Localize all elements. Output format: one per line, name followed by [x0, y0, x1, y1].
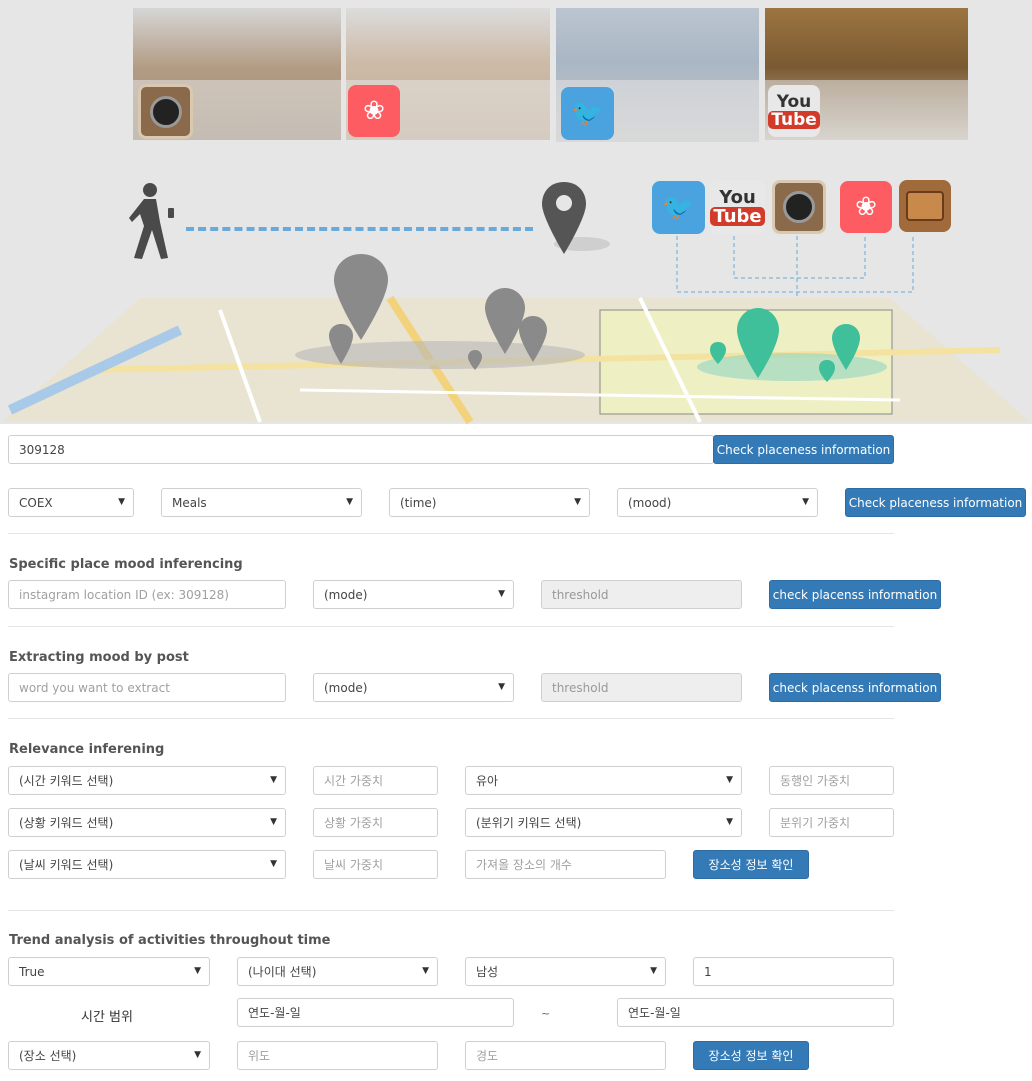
- date-to-input[interactable]: 연도-월-일: [617, 998, 894, 1027]
- section-title-extracting-mood: Extracting mood by post: [9, 650, 189, 665]
- divider: [8, 910, 894, 911]
- location-id-input[interactable]: 309128: [8, 435, 714, 464]
- situation-keyword-select[interactable]: (상황 키워드 선택): [8, 808, 286, 837]
- extract-word-input[interactable]: word you want to extract: [8, 673, 286, 702]
- check-placeness-info-button-trend[interactable]: 장소성 정보 확인: [693, 1041, 809, 1070]
- situation-weight-input[interactable]: 상황 가중치: [313, 808, 438, 837]
- divider: [8, 533, 894, 534]
- divider: [8, 626, 894, 627]
- time-keyword-select[interactable]: (시간 키워드 선택): [8, 766, 286, 795]
- section-title-relevance: Relevance inferening: [9, 742, 165, 757]
- companion-select[interactable]: 유아: [465, 766, 742, 795]
- time-range-label: 시간 범위: [81, 1010, 133, 1025]
- mode-select-2[interactable]: (mode): [313, 673, 514, 702]
- divider: [8, 718, 894, 719]
- threshold-input-2[interactable]: threshold: [541, 673, 742, 702]
- longitude-input[interactable]: 경도: [465, 1041, 666, 1070]
- threshold-input[interactable]: threshold: [541, 580, 742, 609]
- age-select[interactable]: (나이대 선택): [237, 957, 438, 986]
- check-placeness-button[interactable]: Check placeness information: [713, 435, 894, 464]
- map-illustration: [2, 254, 1030, 424]
- flag-select[interactable]: True: [8, 957, 210, 986]
- check-placenss-button-extract[interactable]: check placenss information: [769, 673, 941, 702]
- category-select[interactable]: Meals: [161, 488, 362, 517]
- companion-weight-input[interactable]: 동행인 가중치: [769, 766, 894, 795]
- mode-select[interactable]: (mode): [313, 580, 514, 609]
- check-placeness-info-button-relevance[interactable]: 장소성 정보 확인: [693, 850, 809, 879]
- place-count-input[interactable]: 가져올 장소의 개수: [465, 850, 666, 879]
- time-select[interactable]: (time): [389, 488, 590, 517]
- latitude-input[interactable]: 위도: [237, 1041, 438, 1070]
- check-placeness-button-2[interactable]: Check placeness information: [845, 488, 1026, 517]
- range-tilde: ~: [541, 1007, 551, 1020]
- mood-weight-input[interactable]: 분위기 가중치: [769, 808, 894, 837]
- trend-place-select[interactable]: (장소 선택): [8, 1041, 210, 1070]
- weather-keyword-select[interactable]: (날씨 키워드 선택): [8, 850, 286, 879]
- instagram-location-id-input[interactable]: instagram location ID (ex: 309128): [8, 580, 286, 609]
- hero-illustration: ❀ 🐦 You Tube 🐦 You Tube ❀: [0, 0, 1032, 424]
- gender-select[interactable]: 남성: [465, 957, 666, 986]
- weather-weight-input[interactable]: 날씨 가중치: [313, 850, 438, 879]
- date-from-input[interactable]: 연도-월-일: [237, 998, 514, 1027]
- check-placenss-button-mood[interactable]: check placenss information: [769, 580, 941, 609]
- place-select[interactable]: COEX: [8, 488, 134, 517]
- mood-keyword-select[interactable]: (분위기 키워드 선택): [465, 808, 742, 837]
- time-weight-input[interactable]: 시간 가중치: [313, 766, 438, 795]
- section-title-trend: Trend analysis of activities throughout …: [9, 933, 331, 948]
- number-input[interactable]: 1: [693, 957, 894, 986]
- mood-select[interactable]: (mood): [617, 488, 818, 517]
- section-title-mood-inferencing: Specific place mood inferencing: [9, 557, 243, 572]
